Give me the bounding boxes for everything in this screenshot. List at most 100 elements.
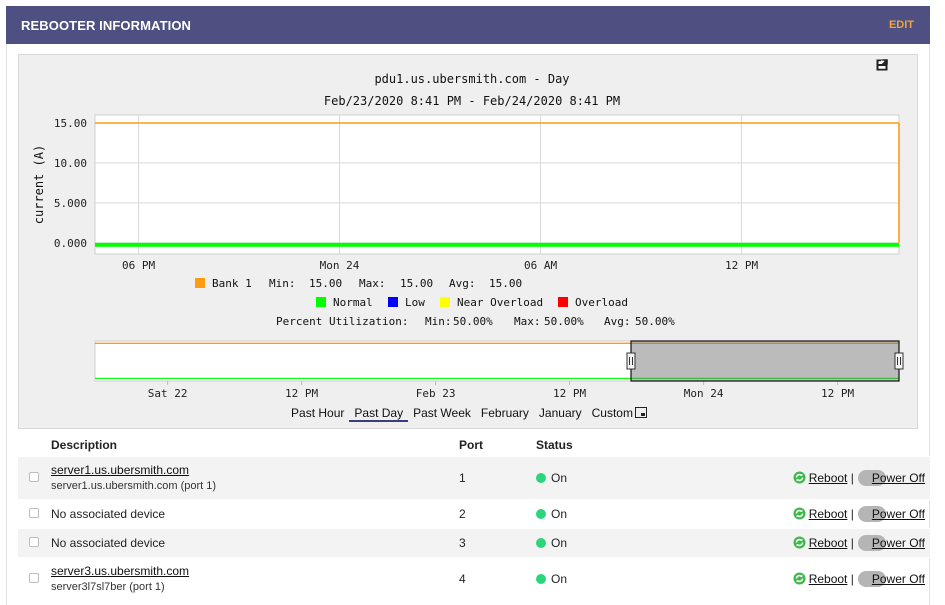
device-link[interactable]: server3.us.ubersmith.com bbox=[51, 564, 189, 578]
range-past-hour[interactable]: Past Hour bbox=[286, 406, 349, 422]
panel-header: REBOOTER INFORMATION EDIT bbox=[6, 6, 930, 44]
navigator-tick-label: 12 PM bbox=[285, 387, 318, 400]
navigator-handle-left[interactable] bbox=[626, 352, 636, 370]
status-text: On bbox=[551, 535, 568, 550]
table-row: server1.us.ubersmith.com server1.us.ubers… bbox=[18, 455, 930, 499]
chart-title: pdu1.us.ubersmith.com - Day bbox=[374, 72, 569, 86]
navigator-tick-label: 12 PM bbox=[553, 387, 586, 400]
navigator-selection[interactable] bbox=[630, 340, 900, 382]
table-header-row: Description Port Status bbox=[18, 434, 930, 456]
utilization-text: Max: bbox=[514, 315, 541, 328]
table-row: server3.us.ubersmith.com server3l7sl7ber … bbox=[18, 556, 930, 600]
utilization-text: Percent Utilization: bbox=[276, 315, 408, 328]
legend-text: Min: bbox=[269, 277, 296, 290]
range-february[interactable]: February bbox=[476, 406, 534, 422]
y-tick-label: 15.00 bbox=[54, 117, 87, 130]
col-port: Port bbox=[459, 437, 483, 452]
current-chart: pdu1.us.ubersmith.com - Day Feb/23/2020 8… bbox=[32, 72, 904, 400]
power-off-link[interactable]: Power Off bbox=[872, 572, 925, 586]
legend-text: 15.00 bbox=[400, 277, 433, 290]
utilization-text: Min: bbox=[425, 315, 452, 328]
power-off-link[interactable]: Power Off bbox=[872, 536, 925, 550]
x-tick-label: 06 PM bbox=[122, 259, 155, 272]
range-past-day[interactable]: Past Day bbox=[349, 406, 409, 422]
device-subtitle: server1.us.ubersmith.com (port 1) bbox=[51, 480, 217, 492]
navigator-handle-right[interactable] bbox=[894, 352, 904, 370]
rebooter-panel: pdu1.us.ubersmith.com - Day Feb/23/2020 8… bbox=[6, 44, 930, 605]
row-checkbox[interactable] bbox=[29, 471, 39, 482]
device-name: No associated device bbox=[51, 535, 166, 550]
row-checkbox[interactable] bbox=[29, 572, 39, 583]
chart-container: pdu1.us.ubersmith.com - Day Feb/23/2020 8… bbox=[18, 54, 918, 429]
status-on-icon bbox=[536, 573, 546, 584]
y-tick-label: 5.000 bbox=[54, 197, 87, 210]
legend-text: 15.00 bbox=[309, 277, 342, 290]
status-band bbox=[95, 242, 899, 247]
legend-text: 15.00 bbox=[489, 277, 522, 290]
range-january[interactable]: January bbox=[534, 406, 587, 422]
port-number: 2 bbox=[459, 498, 536, 528]
legend-text: Bank 1 bbox=[212, 277, 252, 290]
legend-swatch-overload bbox=[558, 297, 568, 307]
port-number: 4 bbox=[459, 556, 536, 600]
legend-text: Avg: bbox=[449, 277, 476, 290]
panel-title: REBOOTER INFORMATION bbox=[21, 17, 192, 33]
reboot-link[interactable]: Reboot bbox=[809, 536, 848, 550]
row-checkbox[interactable] bbox=[29, 507, 39, 518]
chart-subtitle: Feb/23/2020 8:41 PM - Feb/24/2020 8:41 P… bbox=[324, 94, 620, 108]
reboot-link[interactable]: Reboot bbox=[809, 507, 848, 521]
reboot-icon[interactable] bbox=[793, 471, 806, 484]
reboot-icon[interactable] bbox=[793, 572, 806, 585]
x-tick-label: Mon 24 bbox=[320, 259, 360, 272]
device-name: No associated device bbox=[51, 506, 166, 521]
legend-text: Overload bbox=[575, 296, 628, 309]
navigator-tick-label: 12 PM bbox=[821, 387, 854, 400]
legend-text: Near Overload bbox=[457, 296, 543, 309]
edit-button[interactable]: EDIT bbox=[889, 19, 914, 31]
legend-swatch-near-overload bbox=[440, 297, 450, 307]
col-description: Description bbox=[51, 437, 118, 452]
action-separator: | bbox=[850, 535, 854, 550]
utilization-text: 50.00% bbox=[453, 315, 493, 328]
navigator-tick-label: Mon 24 bbox=[684, 387, 724, 400]
status-text: On bbox=[551, 506, 568, 521]
table-row: No associated device 2 On Reboot | Power Off bbox=[18, 498, 930, 528]
power-off-link[interactable]: Power Off bbox=[872, 507, 925, 521]
utilization-text: Avg: bbox=[604, 315, 631, 328]
utilization-text: 50.00% bbox=[544, 315, 584, 328]
status-text: On bbox=[551, 571, 568, 586]
device-subtitle: server3l7sl7ber (port 1) bbox=[51, 581, 165, 594]
reboot-link[interactable]: Reboot bbox=[809, 471, 848, 485]
navigator-tick-label: Feb 23 bbox=[416, 387, 456, 400]
port-number: 3 bbox=[459, 527, 536, 557]
legend-swatch-low bbox=[388, 297, 398, 307]
y-tick-label: 0.000 bbox=[54, 237, 87, 250]
range-custom[interactable]: Custom bbox=[587, 406, 652, 422]
action-separator: | bbox=[850, 506, 854, 521]
legend-text: Max: bbox=[359, 277, 386, 290]
range-selector: Past Hour Past Day Past Week February Januar… bbox=[19, 406, 919, 422]
plot-area bbox=[94, 114, 900, 255]
power-off-link[interactable]: Power Off bbox=[872, 471, 925, 485]
reboot-icon[interactable] bbox=[793, 507, 806, 520]
row-checkbox[interactable] bbox=[29, 536, 39, 547]
col-status: Status bbox=[536, 437, 573, 452]
legend-swatch-normal bbox=[316, 297, 326, 307]
x-tick-label: 06 AM bbox=[524, 259, 557, 272]
calendar-icon[interactable] bbox=[634, 407, 647, 418]
status-text: On bbox=[551, 470, 568, 485]
status-on-icon bbox=[536, 472, 546, 483]
x-tick-label: 12 PM bbox=[725, 259, 758, 272]
status-on-icon bbox=[536, 537, 546, 548]
reboot-link[interactable]: Reboot bbox=[809, 572, 848, 586]
range-past-week[interactable]: Past Week bbox=[408, 406, 476, 422]
port-number: 1 bbox=[459, 455, 536, 499]
status-on-icon bbox=[536, 508, 546, 519]
action-separator: | bbox=[850, 470, 854, 485]
legend-text: Normal bbox=[333, 296, 373, 309]
y-tick-label: 10.00 bbox=[54, 157, 87, 170]
utilization-text: 50.00% bbox=[635, 315, 675, 328]
outlet-table: Description Port Status server1.us.ubers… bbox=[18, 434, 930, 600]
reboot-icon[interactable] bbox=[793, 536, 806, 549]
device-link[interactable]: server1.us.ubersmith.com bbox=[51, 463, 189, 477]
